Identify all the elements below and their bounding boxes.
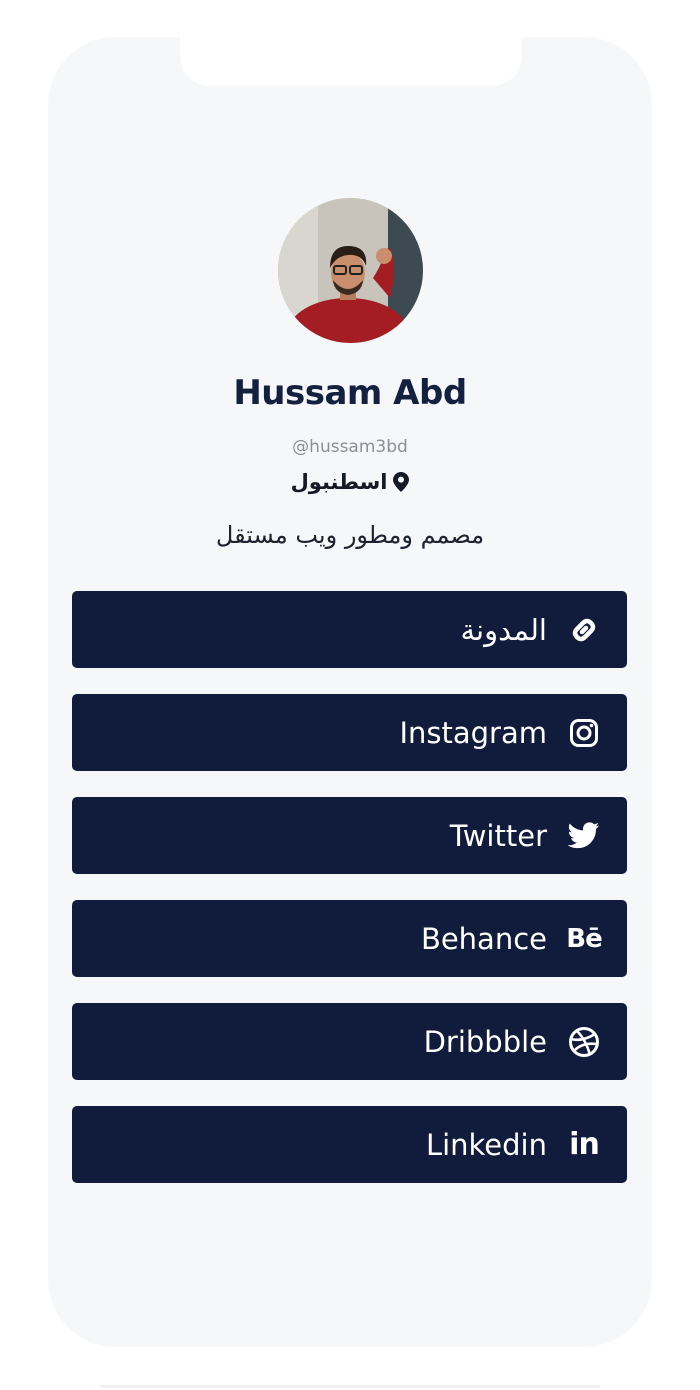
avatar: [278, 198, 423, 343]
link-label: Linkedin: [425, 1127, 547, 1162]
instagram-link-button[interactable]: Instagram: [72, 694, 627, 771]
behance-icon: Bē: [566, 923, 602, 954]
profile-location: اسطنبول: [0, 470, 700, 494]
twitter-link-button[interactable]: Twitter: [72, 797, 627, 874]
link-label: المدونة: [460, 612, 547, 647]
blog-link-button[interactable]: المدونة: [72, 591, 627, 668]
link-label: Behance: [420, 921, 547, 956]
dribbble-link-button[interactable]: Dribbble: [72, 1003, 627, 1080]
home-indicator: [100, 1385, 600, 1388]
profile-handle: @hussam3bd: [292, 437, 408, 457]
map-pin-icon: [393, 472, 410, 492]
link-icon: [567, 613, 601, 647]
link-label: Instagram: [399, 715, 547, 750]
links-list: المدونة Instagram Twitter Behance Bē Dri…: [72, 591, 627, 1209]
profile-name: Hussam Abd: [233, 373, 467, 413]
link-label: Dribbble: [423, 1024, 547, 1059]
linkedin-link-button[interactable]: Linkedin in: [72, 1106, 627, 1183]
instagram-icon: [567, 716, 601, 750]
behance-link-button[interactable]: Behance Bē: [72, 900, 627, 977]
phone-notch: [180, 30, 522, 86]
dribbble-icon: [567, 1025, 601, 1059]
location-text: اسطنبول: [290, 470, 388, 494]
linkedin-icon: in: [569, 1127, 600, 1162]
profile-bio: مصمم ومطور ويب مستقل: [215, 521, 485, 549]
twitter-icon: [567, 819, 601, 853]
link-label: Twitter: [449, 818, 547, 853]
